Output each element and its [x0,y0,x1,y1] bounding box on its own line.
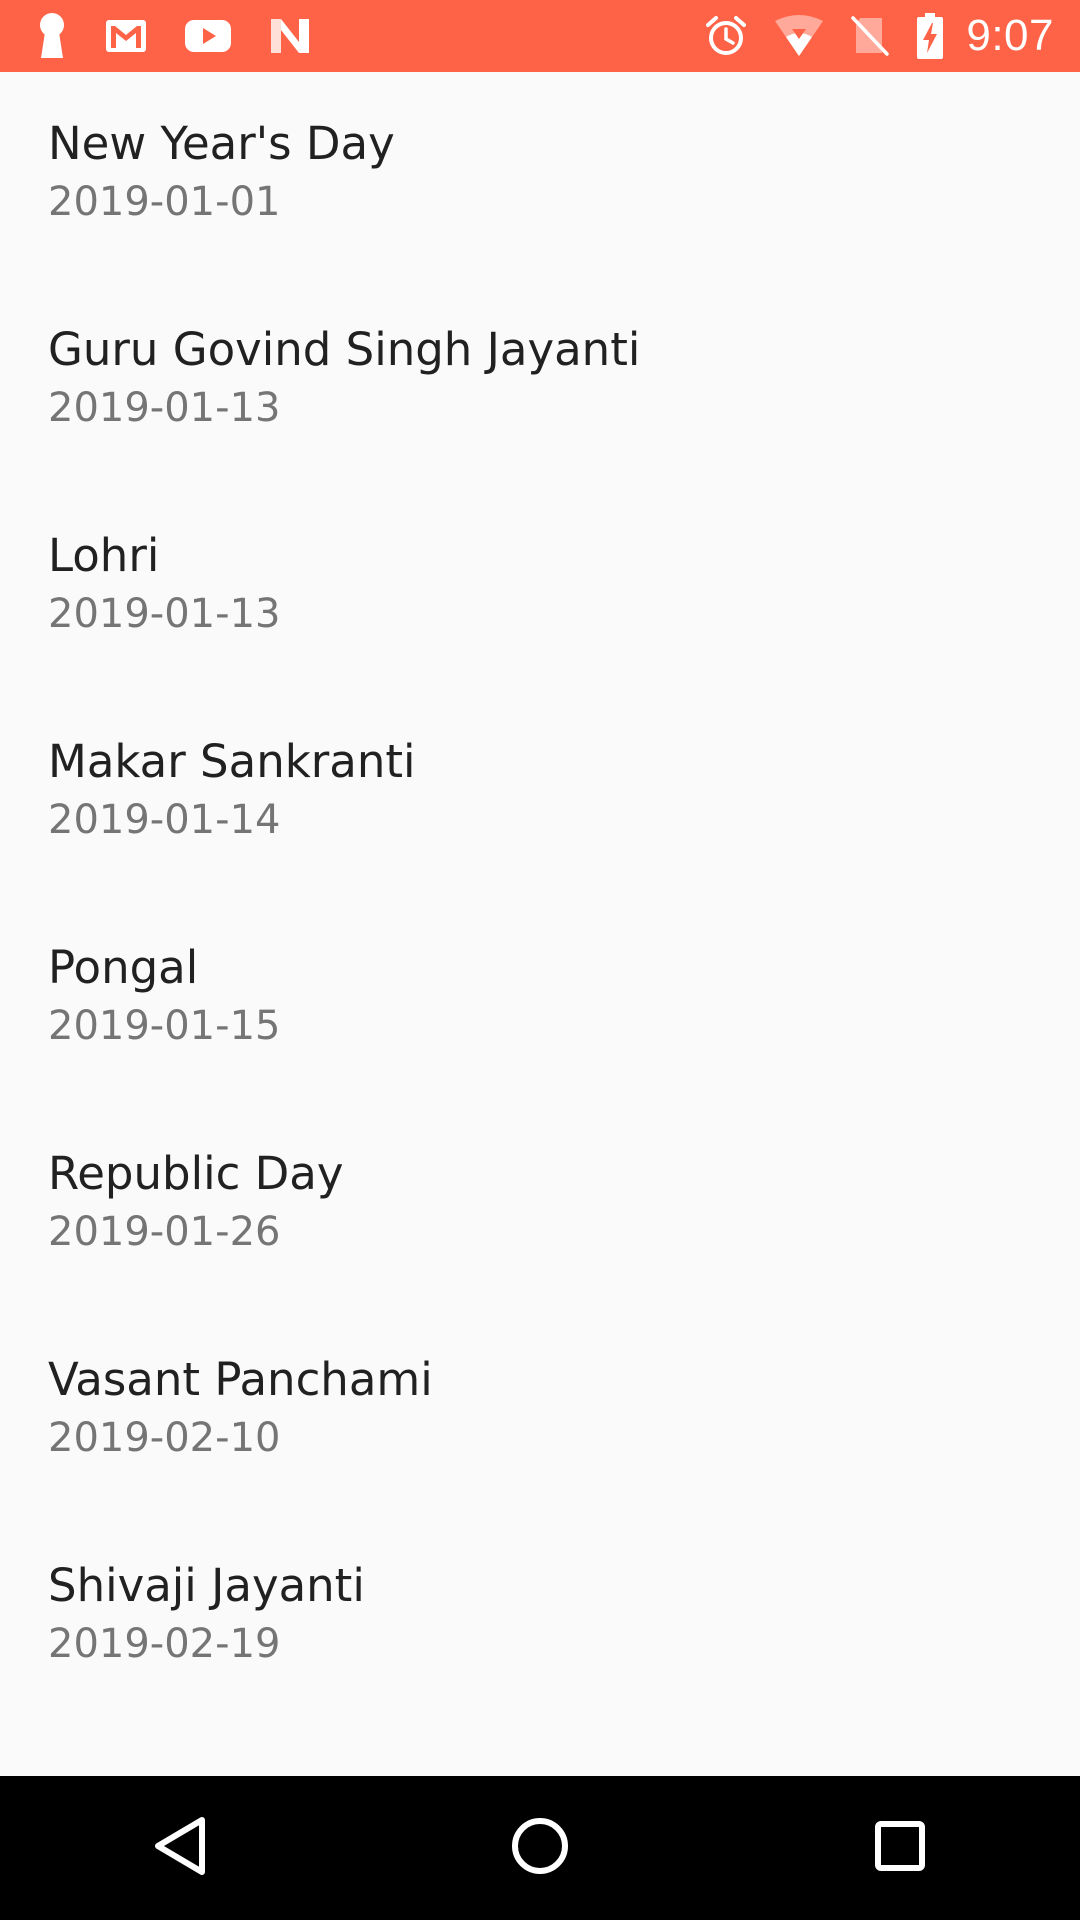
alarm-icon [704,14,748,58]
holiday-name: Makar Sankranti [48,735,416,788]
list-item[interactable]: New Year's Day 2019-01-01 [0,72,1080,278]
battery-charging-icon [916,13,944,59]
youtube-icon [184,18,232,54]
list-item[interactable]: Shivaji Jayanti 2019-02-19 [0,1514,1080,1720]
holiday-name: Vasant Panchami [48,1353,433,1406]
list-item[interactable]: Republic Day 2019-01-26 [0,1102,1080,1308]
notification-icons [36,12,348,60]
n-app-icon [268,16,312,56]
clock: 9:07 [966,11,1054,60]
holiday-date: 2019-01-26 [48,1209,281,1255]
holiday-name: Guru Govind Singh Jayanti [48,323,641,376]
holiday-name: New Year's Day [48,117,395,170]
gmail-icon [104,18,148,54]
holiday-name: Pongal [48,941,199,994]
holiday-date: 2019-01-13 [48,385,281,431]
holiday-date: 2019-02-10 [48,1415,281,1461]
holiday-name: Republic Day [48,1147,344,1200]
keyhole-icon [36,12,68,60]
holiday-date: 2019-01-14 [48,797,281,843]
home-icon [510,1816,570,1880]
back-icon [152,1816,208,1880]
holiday-date: 2019-01-13 [48,591,281,637]
recents-button[interactable] [830,1788,970,1908]
status-bar: 9:07 [0,0,1080,72]
no-sim-icon [850,15,890,57]
holiday-date: 2019-01-15 [48,1003,281,1049]
list-item[interactable]: Lohri 2019-01-13 [0,484,1080,690]
wifi-icon [774,15,824,57]
system-icons: 9:07 [678,11,1054,61]
list-item[interactable]: Guru Govind Singh Jayanti 2019-01-13 [0,278,1080,484]
holiday-list[interactable]: New Year's Day 2019-01-01 Guru Govind Si… [0,72,1080,1776]
list-item[interactable]: Makar Sankranti 2019-01-14 [0,690,1080,896]
home-button[interactable] [470,1788,610,1908]
list-item[interactable]: Vasant Panchami 2019-02-10 [0,1308,1080,1514]
recents-icon [874,1820,926,1876]
holiday-name: Lohri [48,529,160,582]
holiday-date: 2019-02-19 [48,1621,281,1667]
holiday-date: 2019-01-01 [48,179,281,225]
navigation-bar [0,1776,1080,1920]
back-button[interactable] [110,1788,250,1908]
list-item[interactable]: Pongal 2019-01-15 [0,896,1080,1102]
holiday-name: Shivaji Jayanti [48,1559,365,1612]
